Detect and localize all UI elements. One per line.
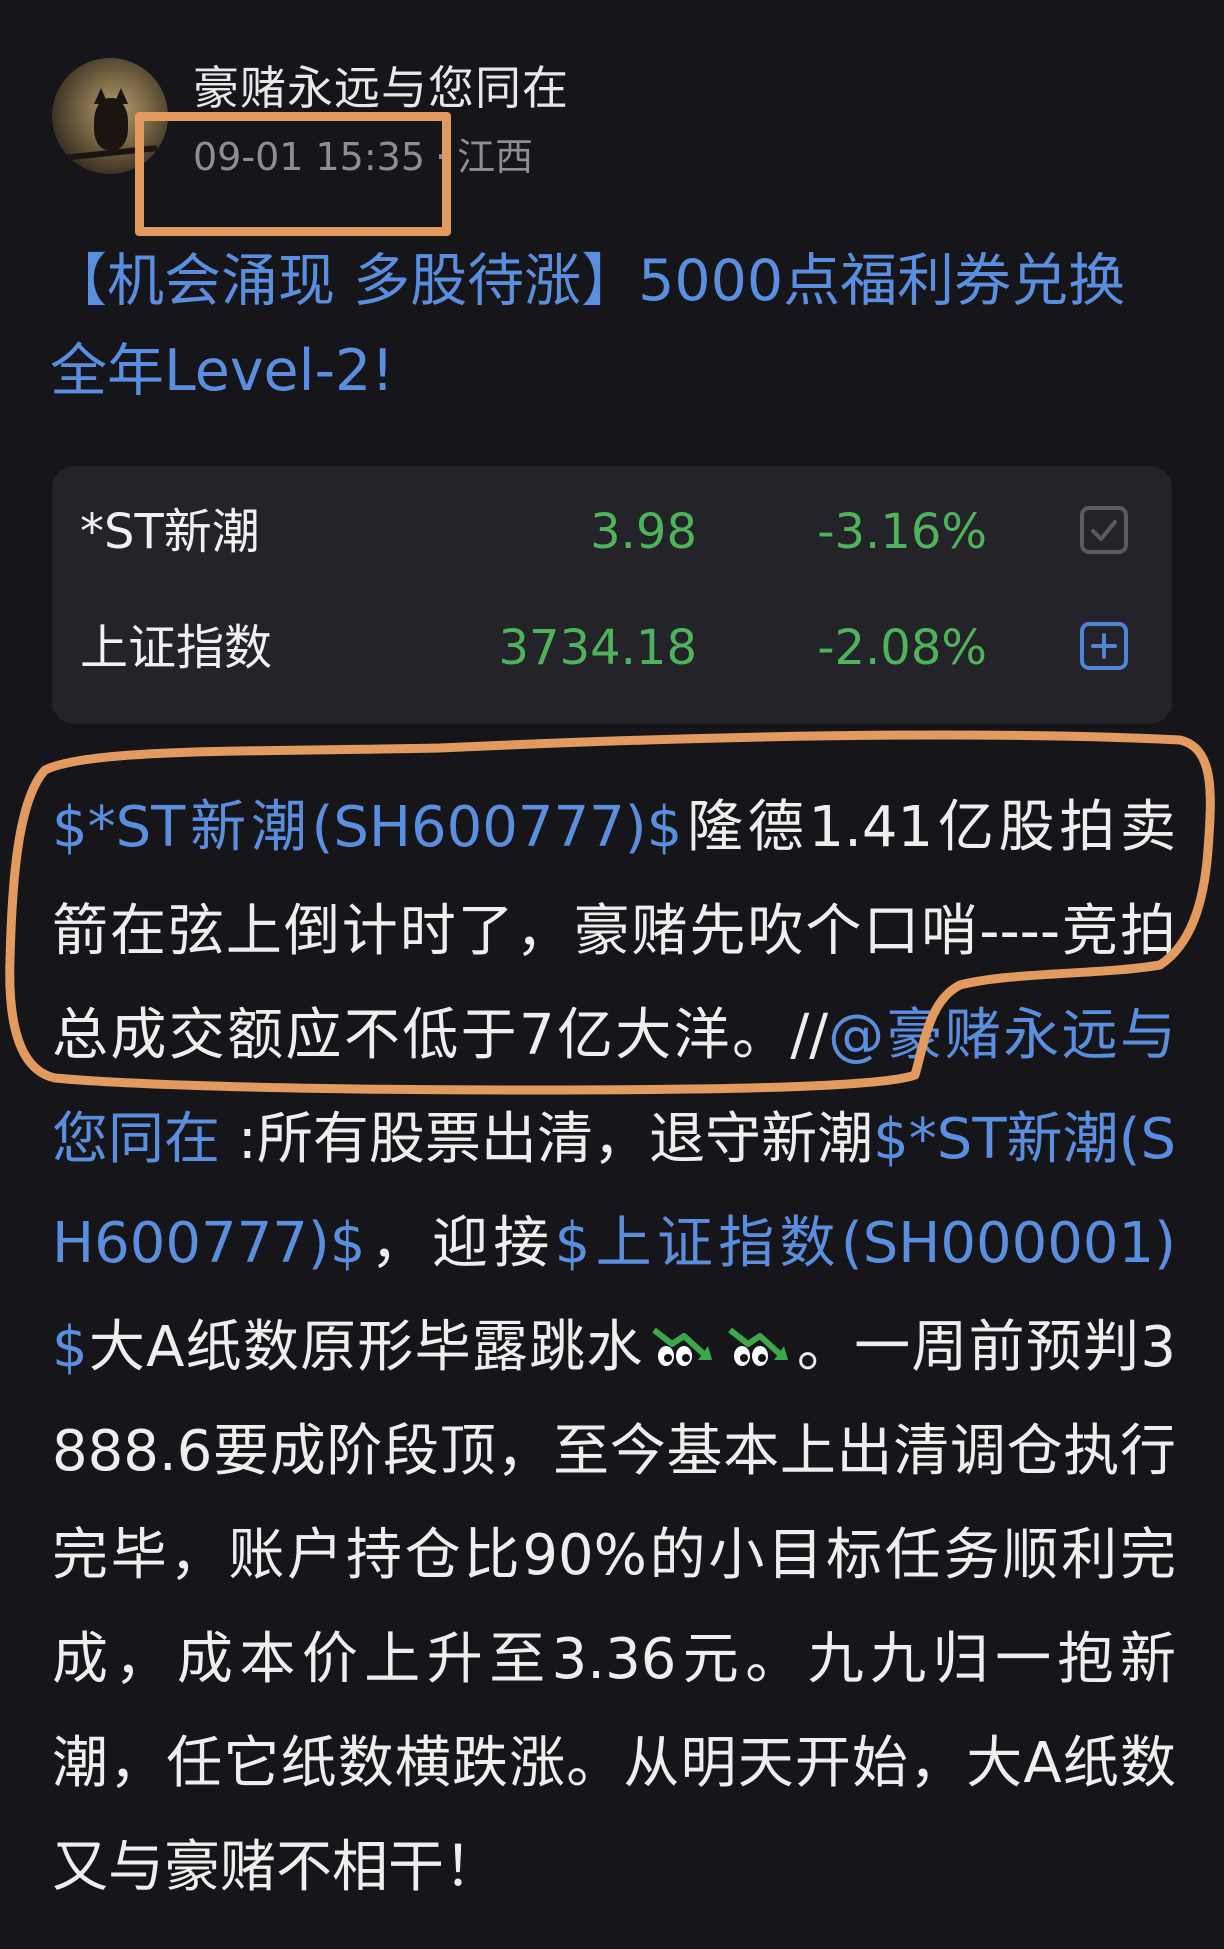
stock-link[interactable]: $*ST新潮(SH600777)$ xyxy=(52,795,682,860)
plus-square-icon[interactable] xyxy=(1080,622,1128,670)
stock-change: -2.08% xyxy=(817,620,987,676)
stock-name: *ST新潮 xyxy=(80,504,260,560)
post-title[interactable]: 【机会涌现 多股待涨】5000点福利券兑换全年Level-2! xyxy=(50,236,1180,416)
stock-price: 3734.18 xyxy=(498,620,698,676)
stock-price: 3.98 xyxy=(590,504,697,560)
stock-change: -3.16% xyxy=(817,504,987,560)
stock-name: 上证指数 xyxy=(80,620,273,676)
body-text: 大A纸数原形毕露跳水 xyxy=(87,1315,644,1380)
stock-row[interactable]: *ST新潮 3.98 -3.16% xyxy=(52,474,1172,590)
body-text: 。一周前预判3888.6要成阶段顶，至今基本上出清调仓执行完毕，账户持仓比90%… xyxy=(52,1315,1176,1900)
check-square-icon[interactable] xyxy=(1080,506,1128,554)
falling-chart-eyes-icon xyxy=(727,1327,788,1366)
stock-card: *ST新潮 3.98 -3.16% 上证指数 3734.18 -2.08% xyxy=(52,466,1172,724)
body-text: ，迎接 xyxy=(365,1211,555,1276)
post-body: $*ST新潮(SH600777)$隆德1.41亿股拍卖箭在弦上倒计时了，豪赌先吹… xyxy=(52,776,1176,1920)
body-text: :所有股票出清，退守新潮 xyxy=(220,1107,874,1172)
post-location: 江西 xyxy=(457,135,534,179)
owl-icon xyxy=(94,98,128,150)
stock-row[interactable]: 上证指数 3734.18 -2.08% xyxy=(52,590,1172,706)
post-page: 豪赌永远与您同在 09-01 15:35 · 江西 【机会涌现 多股待涨】5000点… xyxy=(0,0,1224,1949)
username[interactable]: 豪赌永远与您同在 xyxy=(193,58,569,118)
timestamp-highlight-box xyxy=(135,112,451,236)
falling-chart-eyes-icon xyxy=(651,1327,712,1366)
